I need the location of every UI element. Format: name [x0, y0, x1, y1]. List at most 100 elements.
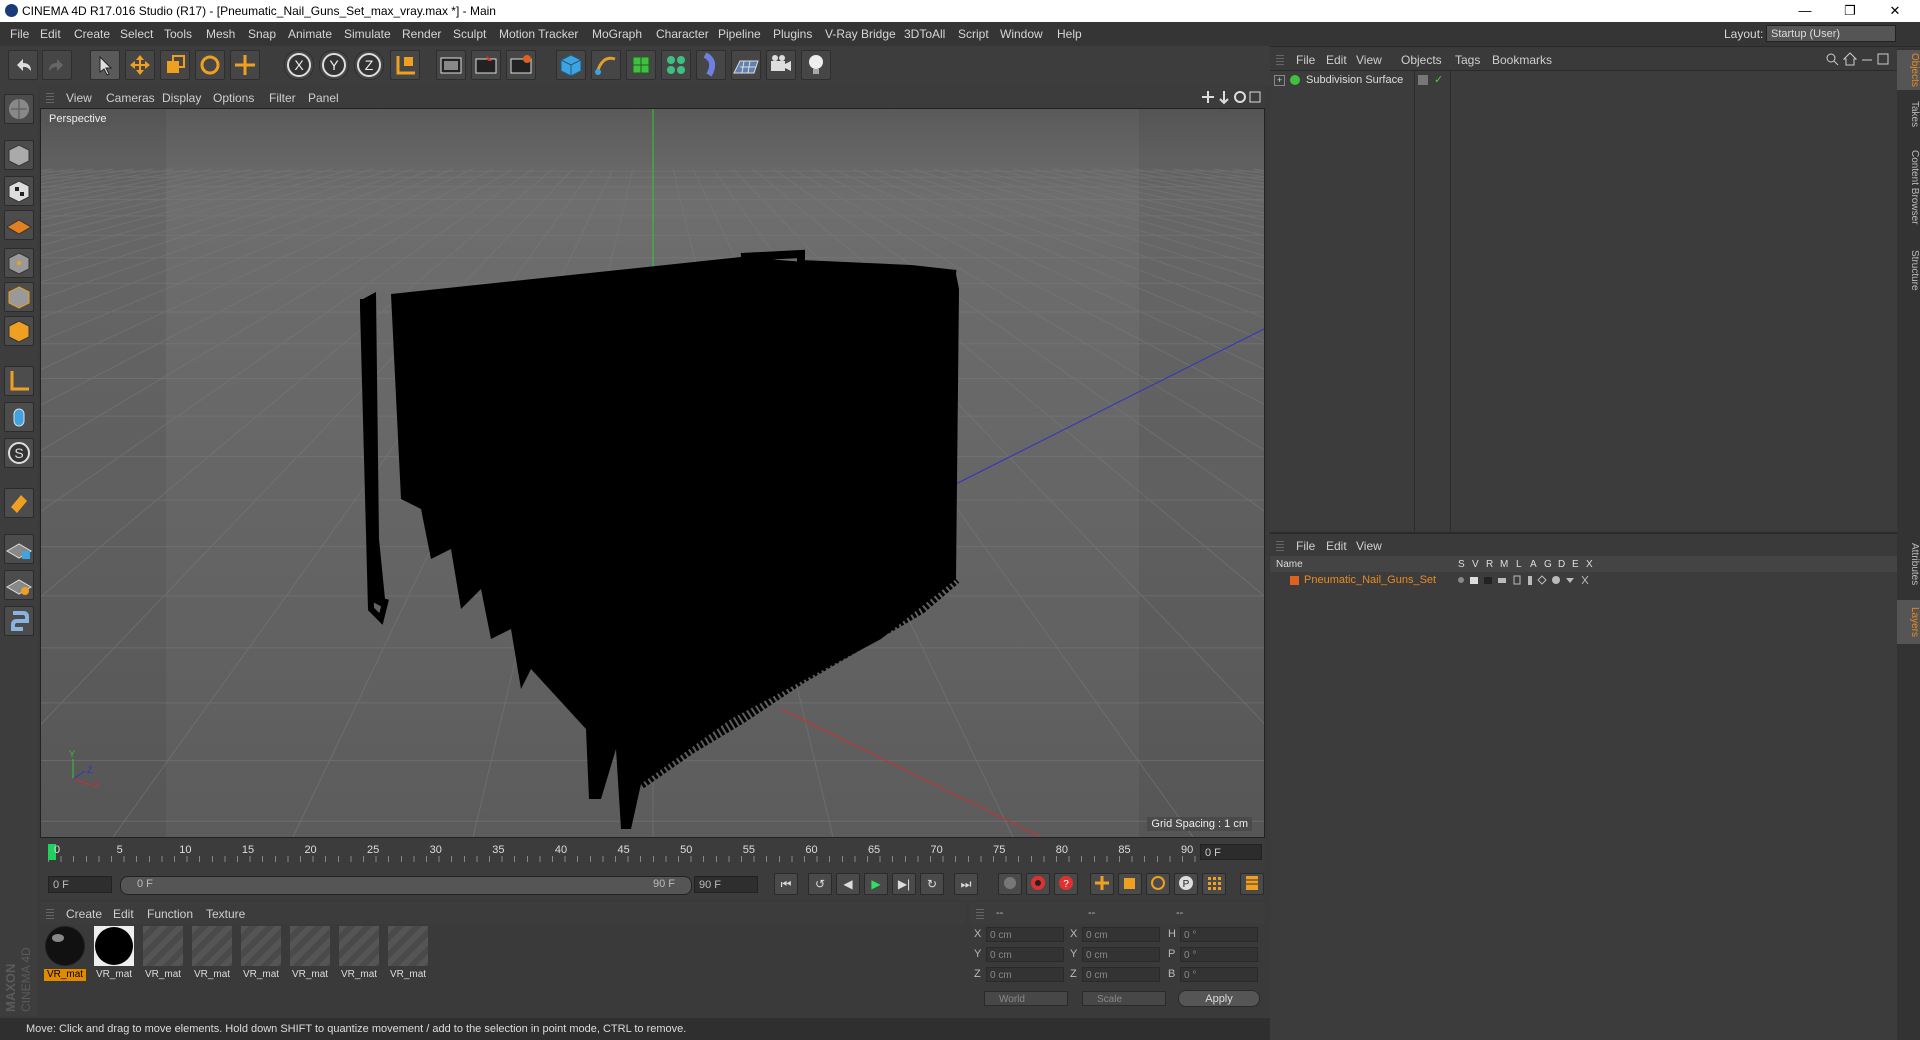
enabled-check-icon[interactable]: ✓ [1434, 73, 1443, 86]
material-menu-texture[interactable]: Texture [206, 907, 245, 921]
menu-mograph[interactable]: MoGraph [592, 27, 642, 41]
menu-file[interactable]: File [10, 27, 29, 41]
viewport-menu-view[interactable]: View [66, 91, 92, 105]
menu-help[interactable]: Help [1057, 27, 1082, 41]
panel-grip-icon[interactable] [976, 907, 984, 919]
key-pla-icon[interactable] [1202, 873, 1226, 895]
perspective-viewport[interactable]: Y X Z Perspective Grid Spacing : 1 cm [40, 108, 1265, 838]
tab-objects[interactable]: Objects [1897, 50, 1920, 90]
objects-menu-objects[interactable]: Objects [1401, 53, 1442, 67]
layer-col-name[interactable]: Name [1276, 559, 1303, 570]
record-active-icon[interactable] [1026, 873, 1050, 895]
position-y-field[interactable]: 0 cm [986, 947, 1064, 962]
deformer-icon[interactable] [696, 50, 726, 80]
layer-toggle-icons[interactable] [1456, 575, 1596, 586]
menu-script[interactable]: Script [958, 27, 989, 41]
lock-workplane-icon[interactable] [4, 534, 34, 564]
rotate-icon[interactable] [195, 50, 225, 80]
close-button[interactable]: ✕ [1875, 2, 1915, 20]
menu-edit[interactable]: Edit [40, 27, 61, 41]
menu-pipeline[interactable]: Pipeline [718, 27, 761, 41]
tab-layers[interactable]: Layers [1897, 600, 1920, 644]
frame-range-slider[interactable]: 0 F 90 F [120, 876, 692, 895]
x-axis-lock-icon[interactable]: X [284, 50, 314, 80]
layer-col-expressions[interactable]: E [1572, 559, 1579, 570]
menu-render[interactable]: Render [402, 27, 441, 41]
layer-col-render[interactable]: R [1486, 559, 1493, 570]
render-settings-icon[interactable] [506, 50, 536, 80]
render-picture-viewer-icon[interactable] [471, 50, 501, 80]
y-axis-lock-icon[interactable]: Y [319, 50, 349, 80]
prev-frame-icon[interactable]: ◀ [836, 873, 860, 895]
move-icon[interactable] [125, 50, 155, 80]
edges-mode-icon[interactable] [4, 282, 34, 312]
scale-icon[interactable] [160, 50, 190, 80]
tweak-mode-icon[interactable] [4, 402, 34, 432]
menu-plugins[interactable]: Plugins [773, 27, 812, 41]
next-key-icon[interactable]: ↻ [920, 873, 944, 895]
objects-nav-icons[interactable] [1826, 52, 1890, 66]
material-menu-function[interactable]: Function [147, 907, 193, 921]
tab-structure[interactable]: Structure [1897, 240, 1920, 300]
layer-color-swatch[interactable] [1290, 576, 1299, 585]
select-arrow-icon[interactable] [90, 50, 120, 80]
objects-menu-bookmarks[interactable]: Bookmarks [1492, 53, 1552, 67]
layer-col-solo[interactable]: S [1458, 559, 1465, 570]
material-name[interactable]: VR_mat [191, 969, 233, 981]
cube-primitive-icon[interactable] [556, 50, 586, 80]
end-frame-field[interactable]: 90 F [694, 876, 758, 893]
layer-col-generators[interactable]: G [1544, 559, 1552, 570]
snap-icon[interactable] [4, 488, 34, 518]
objects-menu-file[interactable]: File [1296, 53, 1315, 67]
menu-mesh[interactable]: Mesh [206, 27, 235, 41]
apply-button[interactable]: Apply [1178, 990, 1260, 1007]
layout-select[interactable]: Startup (User) [1766, 25, 1896, 42]
panel-grip-icon[interactable] [46, 907, 54, 919]
layer-col-xref[interactable]: X [1586, 559, 1593, 570]
objects-menu-view[interactable]: View [1356, 53, 1382, 67]
timeline-ticks[interactable]: 0 5 10 15 20 25 30 35 40 45 50 55 60 65 70 75 80 85 90 [48, 844, 1198, 862]
material-name[interactable]: VR_mat [142, 969, 184, 981]
camera-icon[interactable] [766, 50, 796, 80]
viewport-menu-display[interactable]: Display [162, 91, 201, 105]
menu-create[interactable]: Create [74, 27, 110, 41]
material-swatch[interactable]: VR_mat [91, 924, 137, 986]
coordinate-system-icon[interactable] [390, 50, 420, 80]
rotation-p-field[interactable]: 0 ° [1180, 947, 1258, 962]
timeline-ruler[interactable]: 0 5 10 15 20 25 30 35 40 45 50 55 60 65 70 75 80 85 90 0 F [40, 838, 1265, 868]
play-icon[interactable]: ▶ [864, 873, 888, 895]
layers-menu-file[interactable]: File [1296, 539, 1315, 553]
tab-content-browser[interactable]: Content Browser [1897, 140, 1920, 234]
autokey-icon[interactable]: ? [1054, 873, 1078, 895]
panel-grip-icon[interactable] [46, 91, 54, 103]
material-swatch[interactable]: VR_mat [42, 924, 88, 986]
menu-sculpt[interactable]: Sculpt [453, 27, 486, 41]
size-z-field[interactable]: 0 cm [1082, 967, 1160, 982]
menu-vray-bridge[interactable]: V-Ray Bridge [825, 27, 896, 41]
coord-system-select[interactable]: World [984, 991, 1068, 1006]
key-scale-icon[interactable] [1118, 873, 1142, 895]
material-menu-edit[interactable]: Edit [113, 907, 134, 921]
prev-key-icon[interactable]: ↺ [808, 873, 832, 895]
viewport-menu-cameras[interactable]: Cameras [106, 91, 155, 105]
viewport-nav-icons[interactable] [1200, 89, 1262, 105]
make-editable-icon[interactable] [4, 94, 34, 124]
position-z-field[interactable]: 0 cm [986, 967, 1064, 982]
menu-snap[interactable]: Snap [248, 27, 276, 41]
menu-simulate[interactable]: Simulate [344, 27, 391, 41]
next-frame-icon[interactable]: ▶| [892, 873, 916, 895]
layer-col-view[interactable]: V [1472, 559, 1479, 570]
material-name[interactable]: VR_mat [289, 969, 331, 981]
layers-menu-edit[interactable]: Edit [1326, 539, 1347, 553]
spline-pen-icon[interactable] [591, 50, 621, 80]
solo-mode-icon[interactable]: S [4, 438, 34, 468]
layer-name[interactable]: Pneumatic_Nail_Guns_Set [1304, 574, 1436, 586]
key-position-icon[interactable] [1090, 873, 1114, 895]
material-swatch[interactable]: VR_mat [336, 924, 382, 986]
menu-tools[interactable]: Tools [164, 27, 192, 41]
tab-takes[interactable]: Takes [1897, 94, 1920, 134]
expand-toggle-icon[interactable]: + [1274, 75, 1285, 86]
material-name[interactable]: VR_mat [240, 969, 282, 981]
objects-menu-tags[interactable]: Tags [1455, 53, 1480, 67]
material-swatch[interactable]: VR_mat [238, 924, 284, 986]
